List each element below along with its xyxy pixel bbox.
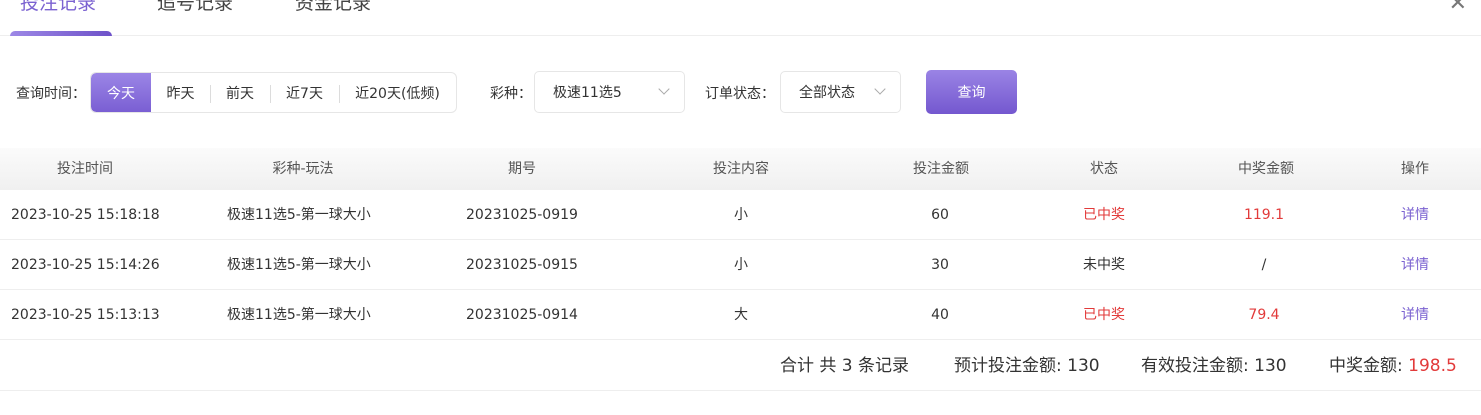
table-row: 2023-10-25 15:18:18 极速11选5-第一球大小 2023102… bbox=[0, 190, 1481, 240]
bet-time: 2023-10-25 15:18:18 bbox=[11, 207, 160, 223]
time-option-yesterday[interactable]: 昨天 bbox=[151, 73, 210, 112]
column-header-win: 中奖金额 bbox=[1238, 161, 1294, 177]
lottery-select[interactable]: 极速11选5 bbox=[534, 71, 685, 113]
active-tab-indicator bbox=[10, 31, 112, 36]
column-header-amount: 投注金额 bbox=[913, 161, 969, 177]
status-filter-label: 订单状态： bbox=[705, 86, 775, 102]
time-option-7-days[interactable]: 近7天 bbox=[270, 73, 339, 112]
issue-number: 20231025-0914 bbox=[466, 307, 578, 323]
tab-chase-records[interactable]: 追号记录 bbox=[157, 0, 233, 18]
effective-bet-value: 130 bbox=[1254, 356, 1287, 376]
bet-content: 小 bbox=[734, 207, 748, 223]
details-link[interactable]: 详情 bbox=[1401, 190, 1429, 240]
bet-status: 已中奖 bbox=[1083, 307, 1125, 323]
time-option-today[interactable]: 今天 bbox=[91, 73, 151, 112]
record-count: 合计 共 3 条记录 bbox=[780, 356, 910, 376]
status-select[interactable]: 全部状态 bbox=[780, 71, 901, 113]
column-header-action: 操作 bbox=[1401, 161, 1429, 177]
bet-time: 2023-10-25 15:13:13 bbox=[11, 307, 160, 323]
win-total-value: 198.5 bbox=[1408, 356, 1457, 376]
lottery-filter-label: 彩种： bbox=[490, 86, 532, 102]
bet-content: 大 bbox=[734, 307, 748, 323]
time-option-20-days[interactable]: 近20天(低频) bbox=[339, 73, 456, 112]
time-range-selector: 今天 昨天 前天 近7天 近20天(低频) bbox=[90, 72, 457, 113]
lottery-select-value: 极速11选5 bbox=[553, 85, 622, 101]
table-header: 投注时间 彩种-玩法 期号 投注内容 投注金额 状态 中奖金额 操作 bbox=[0, 148, 1481, 190]
bet-time: 2023-10-25 15:14:26 bbox=[11, 257, 160, 273]
bet-amount: 30 bbox=[931, 257, 949, 273]
table-row: 2023-10-25 15:13:13 极速11选5-第一球大小 2023102… bbox=[0, 290, 1481, 340]
chevron-down-icon bbox=[658, 83, 670, 95]
time-option-day-before[interactable]: 前天 bbox=[210, 73, 270, 112]
win-amount: 79.4 bbox=[1248, 307, 1280, 323]
tab-bet-records[interactable]: 投注记录 bbox=[20, 0, 96, 18]
expected-bet-value: 130 bbox=[1067, 356, 1100, 376]
column-header-time: 投注时间 bbox=[57, 161, 113, 177]
close-icon[interactable]: ✕ bbox=[1449, 0, 1467, 16]
column-header-issue: 期号 bbox=[508, 161, 536, 177]
summary-bar: 合计 共 3 条记录 预计投注金额: 130 有效投注金额: 130 中奖金额:… bbox=[0, 341, 1481, 391]
status-select-value: 全部状态 bbox=[799, 85, 855, 101]
chevron-down-icon bbox=[874, 83, 886, 95]
tab-fund-records[interactable]: 资金记录 bbox=[295, 0, 371, 18]
game-play: 极速11选5-第一球大小 bbox=[227, 307, 371, 323]
issue-number: 20231025-0915 bbox=[466, 257, 578, 273]
record-tabs: 投注记录 追号记录 资金记录 ✕ bbox=[0, 0, 1481, 36]
column-header-game: 彩种-玩法 bbox=[272, 161, 334, 177]
details-link[interactable]: 详情 bbox=[1401, 290, 1429, 340]
expected-bet-label: 预计投注金额: bbox=[954, 356, 1068, 376]
expected-bet-total: 预计投注金额: 130 bbox=[954, 341, 1100, 391]
column-header-status: 状态 bbox=[1090, 161, 1118, 177]
bet-status: 已中奖 bbox=[1083, 207, 1125, 223]
column-header-content: 投注内容 bbox=[713, 161, 769, 177]
win-amount: / bbox=[1261, 257, 1267, 273]
effective-bet-label: 有效投注金额: bbox=[1141, 356, 1255, 376]
issue-number: 20231025-0919 bbox=[466, 207, 578, 223]
win-amount: 119.1 bbox=[1243, 207, 1285, 223]
bet-content: 小 bbox=[734, 257, 748, 273]
time-filter-label: 查询时间： bbox=[16, 86, 86, 102]
bet-amount: 60 bbox=[931, 207, 949, 223]
game-play: 极速11选5-第一球大小 bbox=[227, 207, 371, 223]
bet-records-table: 投注时间 彩种-玩法 期号 投注内容 投注金额 状态 中奖金额 操作 2023-… bbox=[0, 148, 1481, 340]
bet-amount: 40 bbox=[931, 307, 949, 323]
win-total-label: 中奖金额: bbox=[1329, 356, 1409, 376]
effective-bet-total: 有效投注金额: 130 bbox=[1141, 341, 1287, 391]
game-play: 极速11选5-第一球大小 bbox=[227, 257, 371, 273]
table-row: 2023-10-25 15:14:26 极速11选5-第一球大小 2023102… bbox=[0, 240, 1481, 290]
bet-status: 未中奖 bbox=[1083, 257, 1125, 273]
query-button[interactable]: 查询 bbox=[926, 70, 1017, 114]
details-link[interactable]: 详情 bbox=[1401, 240, 1429, 290]
win-total: 中奖金额: 198.5 bbox=[1329, 341, 1457, 391]
filter-bar: 查询时间： 今天 昨天 前天 近7天 近20天(低频) 彩种： 极速11选5 订… bbox=[0, 70, 1481, 114]
